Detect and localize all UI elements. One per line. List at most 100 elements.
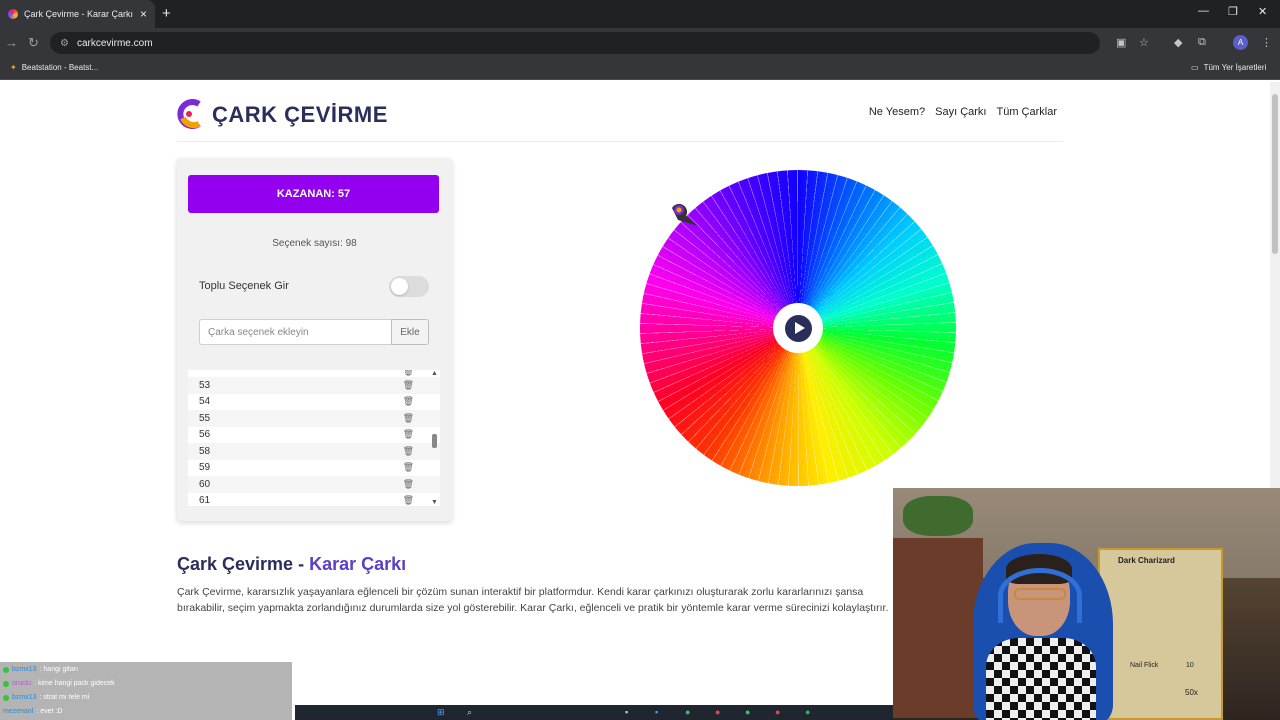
list-item-label: 61 (199, 495, 211, 506)
chat-line: bzmx13: hangi gitarı (3, 666, 78, 673)
extensions-icon[interactable]: ⧉ (1198, 36, 1206, 49)
list-item: 53 🗑 (188, 377, 440, 394)
scroll-thumb[interactable] (432, 434, 437, 448)
taskbar-app-icon[interactable]: ▪ (625, 707, 628, 717)
option-input[interactable] (199, 319, 391, 345)
bulk-entry-toggle[interactable] (389, 275, 429, 297)
intro-article: Çark Çevirme - Karar Çarkı Çark Çevirme,… (177, 554, 897, 616)
site-logo[interactable]: ÇARK ÇEVİRME (177, 98, 388, 132)
taskbar-app-icon[interactable]: ● (775, 707, 780, 717)
page-scroll-thumb[interactable] (1272, 94, 1278, 254)
list-item-label: 60 (199, 478, 211, 490)
wheel-hub (773, 303, 823, 353)
taskbar-app-icon[interactable]: ▪ (655, 707, 658, 717)
person-glasses (1014, 588, 1066, 600)
webcam-plant (903, 496, 973, 536)
nav-ne-yesem[interactable]: Ne Yesem? (869, 106, 925, 118)
trash-icon[interactable]: 🗑 (403, 396, 414, 407)
site-favicon-icon (8, 9, 18, 19)
site-info-icon[interactable]: ⚙ (60, 38, 69, 49)
minimize-icon[interactable]: — (1198, 5, 1209, 17)
all-bookmarks[interactable]: ▭ Tüm Yer İşaretleri (1191, 63, 1266, 72)
bookmarks-bar: ✦ Beatstation - Beatst... ▭ Tüm Yer İşar… (0, 58, 1280, 80)
list-item-label: 59 (199, 462, 211, 474)
taskbar-app-icon[interactable]: ● (715, 707, 720, 717)
chat-user: oruclu (12, 680, 32, 687)
menu-icon[interactable]: ⋮ (1261, 36, 1272, 49)
add-option-button[interactable]: Ekle (391, 319, 429, 345)
taskbar-app-icon[interactable]: ● (685, 707, 690, 717)
toggle-knob (391, 277, 408, 295)
bulk-entry-row: Toplu Seçenek Gir (199, 274, 429, 298)
trash-icon[interactable]: 🗑 (403, 495, 414, 506)
site-header: ÇARK ÇEVİRME Ne Yesem? Sayı Çarkı Tüm Ça… (177, 94, 1063, 142)
list-item: 61 🗑 (188, 493, 440, 506)
bookmark-item[interactable]: ✦ Beatstation - Beatst... (10, 63, 98, 72)
back-icon[interactable]: → (5, 35, 18, 50)
address-bar[interactable]: ⚙ carkcevirme.com (50, 32, 1100, 54)
chat-badge-icon (3, 666, 9, 673)
article-title-part1: Çark Çevirme - (177, 554, 310, 574)
beatstation-icon: ✦ (10, 63, 17, 72)
tab-close-icon[interactable]: × (140, 7, 147, 21)
scroll-up-icon[interactable]: ▲ (431, 370, 438, 377)
wheel-pointer-icon (672, 203, 698, 226)
chat-line: bzmx13: strat mı tele mi (3, 694, 89, 701)
browser-tab-active[interactable]: Çark Çevirme - Karar Çarkı × (0, 0, 155, 28)
trash-icon[interactable]: 🗑 (403, 429, 414, 440)
site-nav: Ne Yesem? Sayı Çarkı Tüm Çarklar (869, 106, 1057, 118)
article-body: Çark Çevirme, kararsızlık yaşayanlara eğ… (177, 586, 889, 614)
article-title: Çark Çevirme - Karar Çarkı (177, 554, 897, 575)
restore-icon[interactable]: ❐ (1228, 5, 1238, 18)
scroll-down-icon[interactable]: ▼ (431, 499, 438, 506)
chat-user: mezenanl (3, 708, 34, 715)
bookmark-star-icon[interactable]: ☆ (1139, 36, 1149, 49)
person-shirt (986, 638, 1096, 720)
article-title-part2: Karar Çarkı (309, 554, 407, 574)
card-title: Dark Charizard (1118, 556, 1175, 565)
chat-text: : strat mı tele mi (39, 694, 90, 701)
chat-text: : hangi gitarı (39, 666, 79, 673)
trash-icon[interactable]: 🗑 (403, 370, 414, 377)
trash-icon[interactable]: 🗑 (403, 446, 414, 457)
start-icon[interactable]: ⊞ (437, 707, 445, 718)
shield-icon[interactable]: ◆ (1174, 36, 1182, 49)
browser-toolbar: → ↻ ⚙ carkcevirme.com ▣ ☆ ◆ ⧉ A ⋮ (0, 28, 1280, 58)
cast-icon[interactable]: ▣ (1116, 36, 1126, 49)
close-window-icon[interactable]: ✕ (1258, 5, 1267, 18)
card-amount: 50x (1185, 688, 1198, 697)
trash-icon[interactable]: 🗑 (403, 380, 414, 391)
chat-text: : kime hangi pack gidecek (34, 680, 115, 687)
trash-icon[interactable]: 🗑 (403, 413, 414, 424)
webcam-overlay: Dark Charizard 10 Nail Flick 50x (893, 488, 1280, 720)
new-tab-icon[interactable]: + (162, 5, 171, 22)
chat-badge-icon (3, 694, 9, 701)
webcam-person (986, 554, 1098, 720)
spin-play-button[interactable] (784, 314, 812, 342)
whatsapp-icon[interactable]: ● (745, 707, 750, 717)
nav-sayi-carki[interactable]: Sayı Çarkı (935, 106, 986, 118)
trash-icon[interactable]: 🗑 (403, 479, 414, 490)
winner-banner: KAZANAN: 57 (188, 175, 439, 213)
browser-tab-bar: Çark Çevirme - Karar Çarkı × + — ❐ ✕ (0, 0, 1280, 28)
list-item: 59 🗑 (188, 460, 440, 477)
trash-icon[interactable]: 🗑 (403, 462, 414, 473)
options-panel: KAZANAN: 57 Seçenek sayısı: 98 Toplu Seç… (177, 158, 452, 521)
bulk-entry-label: Toplu Seçenek Gir (199, 280, 289, 292)
nav-tum-carklar[interactable]: Tüm Çarklar (996, 106, 1057, 118)
search-icon[interactable]: ⌕ (467, 707, 472, 718)
list-item: 60 🗑 (188, 476, 440, 493)
list-item-label: 58 (199, 445, 211, 457)
list-item: 54 🗑 (188, 394, 440, 411)
url-text: carkcevirme.com (76, 37, 153, 49)
reload-icon[interactable]: ↻ (28, 35, 39, 51)
chat-badge-icon (3, 680, 9, 687)
add-option-row: Ekle (199, 319, 430, 345)
profile-avatar[interactable]: A (1233, 35, 1248, 50)
chat-line: mezenanl: evet :D (3, 708, 62, 715)
spotify-icon[interactable]: ● (805, 707, 810, 717)
tab-title: Çark Çevirme - Karar Çarkı (24, 9, 134, 19)
bookmark-label: Beatstation - Beatst... (21, 63, 99, 72)
list-item-label: 53 (199, 379, 211, 391)
list-scrollbar[interactable]: ▲ ▼ (430, 370, 440, 506)
